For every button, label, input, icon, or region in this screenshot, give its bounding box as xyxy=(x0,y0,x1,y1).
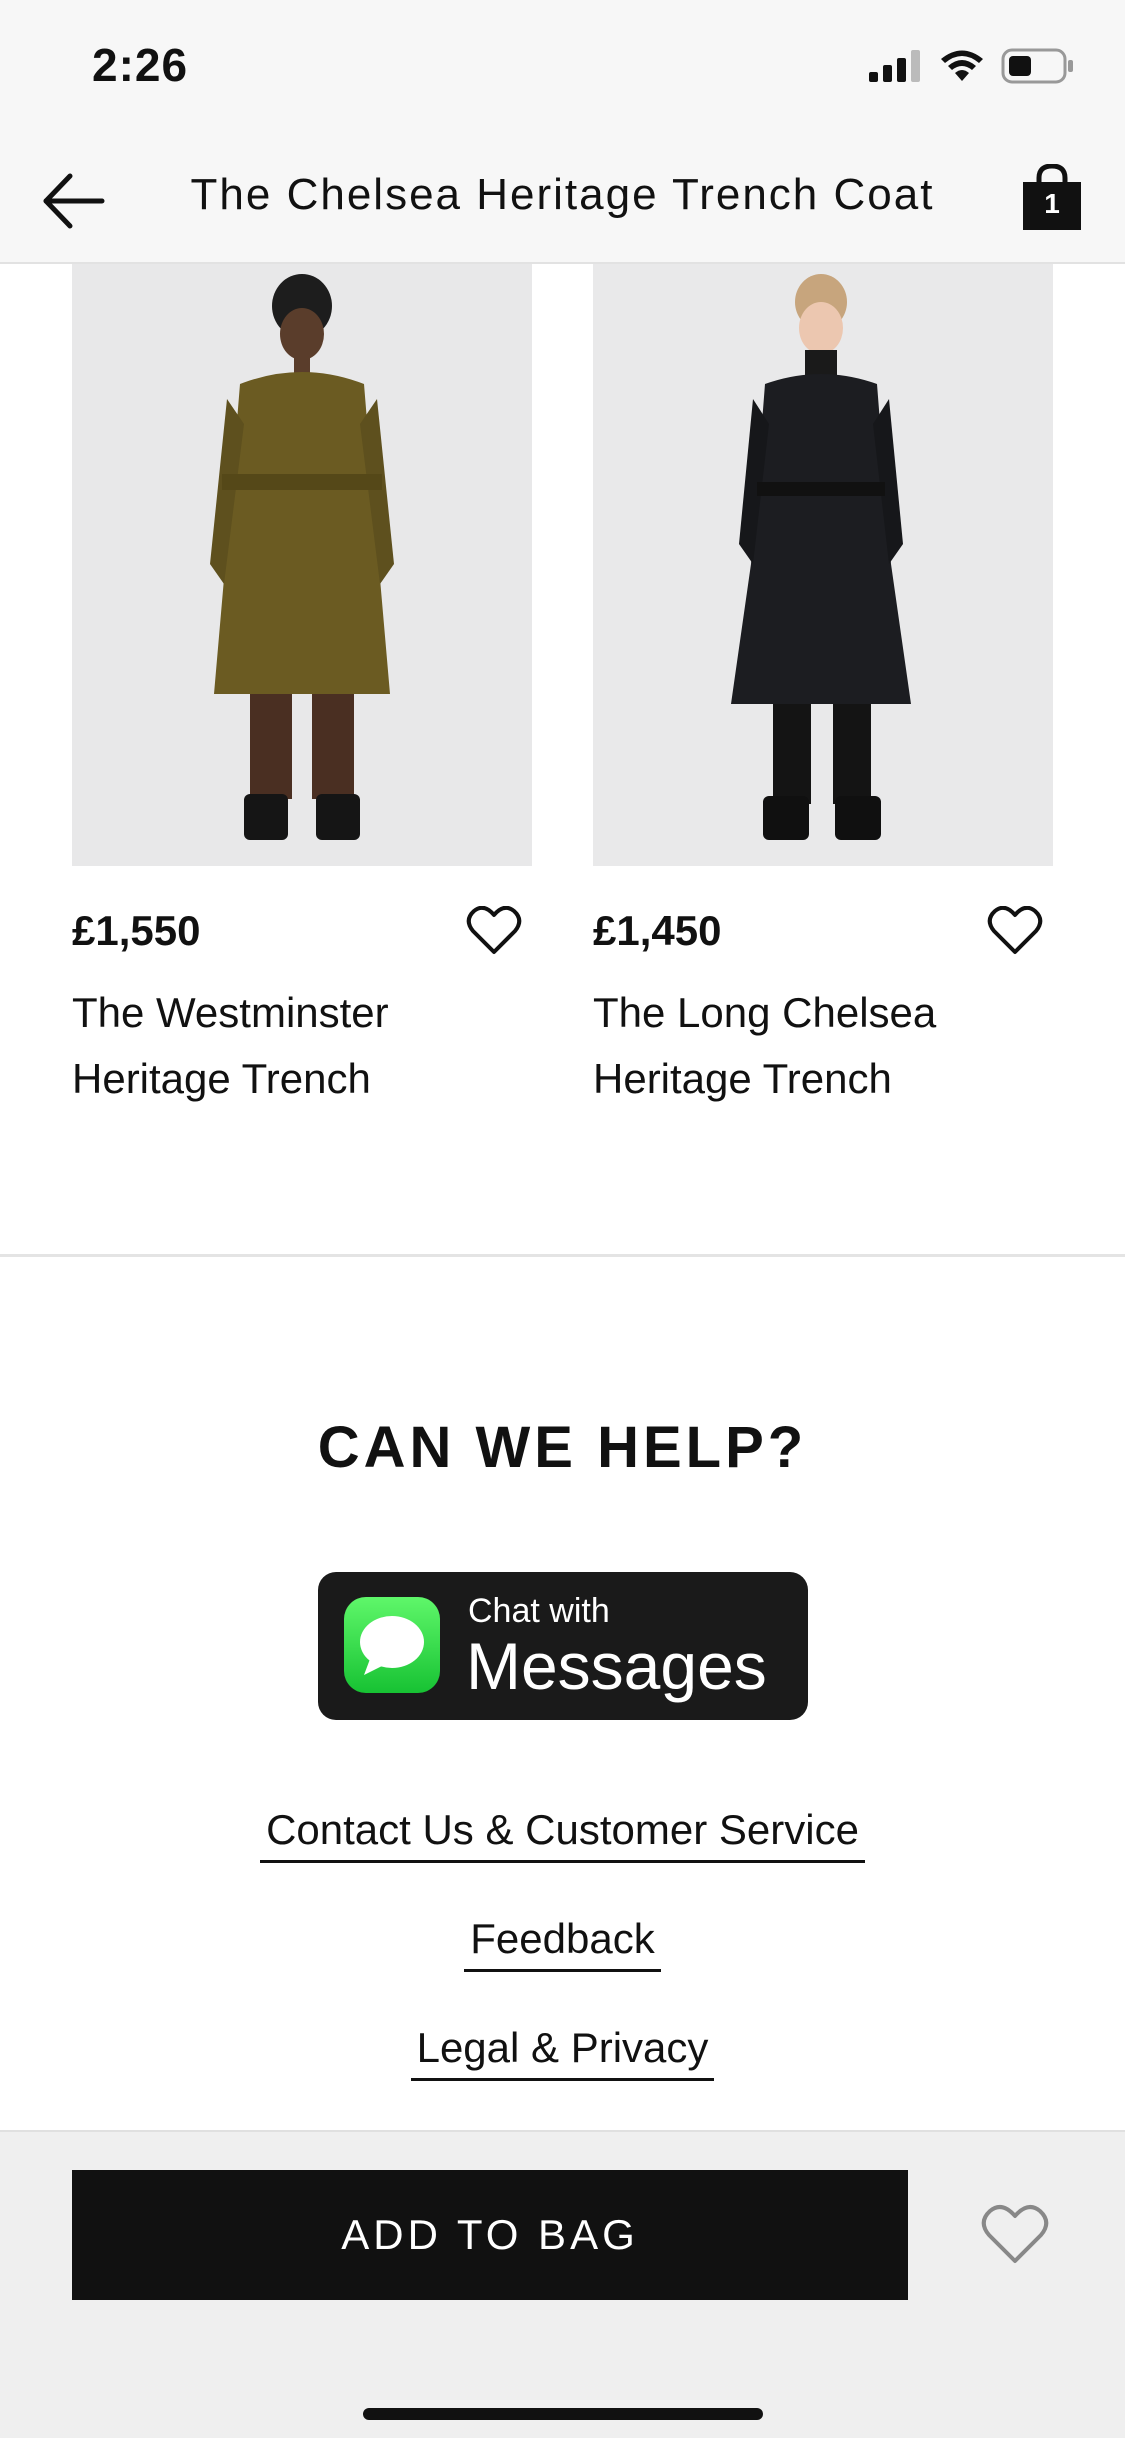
product-name[interactable]: The Westminster Heritage Trench xyxy=(72,980,532,1112)
shopping-bag-button[interactable]: 1 xyxy=(1021,164,1083,232)
model-figure xyxy=(593,264,1053,866)
home-indicator xyxy=(363,2408,763,2420)
wifi-icon xyxy=(941,50,983,81)
add-to-bag-button[interactable]: ADD TO BAG xyxy=(72,2170,908,2300)
model-figure xyxy=(72,264,532,866)
status-bar: 2:26 xyxy=(0,0,1125,140)
help-heading: CAN WE HELP? xyxy=(317,1415,808,1480)
bottom-action-bar: ADD TO BAG xyxy=(0,2130,1125,2438)
signal-icon xyxy=(869,50,920,82)
status-icons xyxy=(869,48,1075,84)
section-divider xyxy=(0,1254,1125,1257)
feedback-link-row: Feedback xyxy=(0,1915,1125,1972)
heart-icon[interactable] xyxy=(466,906,522,956)
messages-small-label: Chat with xyxy=(468,1592,610,1630)
product-price: £1,550 xyxy=(72,907,201,954)
legal-privacy-link[interactable]: Legal & Privacy xyxy=(410,2024,715,2081)
product-image[interactable] xyxy=(72,264,532,866)
feedback-link[interactable]: Feedback xyxy=(464,1915,661,1972)
contact-us-link-row: Contact Us & Customer Service xyxy=(0,1806,1125,1863)
heart-icon[interactable] xyxy=(980,2204,1050,2266)
chat-with-messages-button[interactable]: Chat with Messages xyxy=(318,1572,808,1720)
battery-icon xyxy=(1001,48,1073,84)
status-time: 2:26 xyxy=(92,39,189,91)
navigation-bar: The Chelsea Heritage Trench Coat 1 xyxy=(0,140,1125,264)
product-card[interactable]: £1,550 The Westminster Heritage Trench xyxy=(72,264,532,1112)
legal-privacy-link-row: Legal & Privacy xyxy=(0,2024,1125,2081)
product-card[interactable]: £1,450 The Long Chelsea Heritage Trench xyxy=(593,264,1053,1112)
contact-us-link[interactable]: Contact Us & Customer Service xyxy=(260,1806,865,1863)
messages-icon xyxy=(344,1597,440,1693)
bag-count-badge: 1 xyxy=(1044,188,1060,219)
product-name[interactable]: The Long Chelsea Heritage Trench xyxy=(593,980,1053,1112)
product-image[interactable] xyxy=(593,264,1053,866)
product-price: £1,450 xyxy=(593,907,722,954)
heart-icon[interactable] xyxy=(987,906,1043,956)
back-arrow-icon[interactable] xyxy=(40,170,106,232)
page-title: The Chelsea Heritage Trench Coat xyxy=(190,170,935,219)
messages-large-label: Messages xyxy=(466,1629,767,1703)
